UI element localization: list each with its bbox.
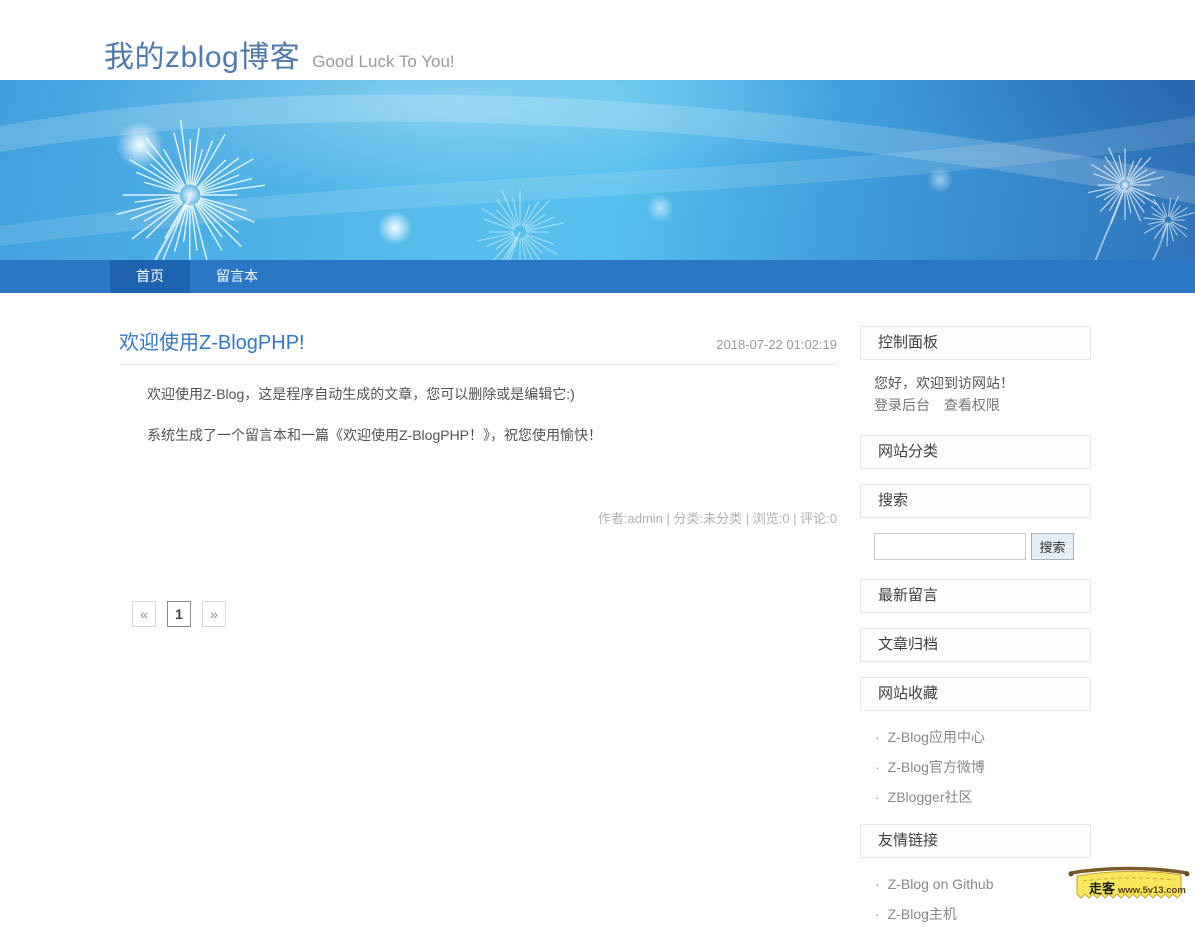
bullet-icon: · — [875, 876, 880, 892]
favorites-link-zblog-app-center[interactable]: · Z-Blog应用中心 — [875, 722, 1091, 752]
banner-blob — [378, 211, 412, 245]
bullet-icon: · — [875, 906, 880, 922]
friend-links-list: · Z-Blog on Github · Z-Blog主机 — [860, 869, 1091, 929]
friend-link-zblog-hosting[interactable]: · Z-Blog主机 — [875, 899, 1091, 929]
post-body: 欢迎使用Z-Blog，这是程序自动生成的文章，您可以删除或是编辑它:) 系统生成… — [119, 383, 837, 447]
pagination: « 1 » — [132, 601, 837, 627]
post: 欢迎使用Z-BlogPHP! 2018-07-22 01:02:19 欢迎使用Z… — [119, 326, 837, 527]
banner-decoration — [0, 80, 1195, 260]
watermark-rod-end — [1185, 872, 1190, 877]
link-label: Z-Blog官方微博 — [888, 759, 985, 775]
link-label: Z-Blog应用中心 — [888, 729, 985, 745]
sidebar-heading-categories: 网站分类 — [860, 435, 1091, 469]
view-permissions-link[interactable]: 查看权限 — [944, 397, 1000, 413]
post-header: 欢迎使用Z-BlogPHP! 2018-07-22 01:02:19 — [119, 326, 837, 365]
sidebar-heading-archives: 文章归档 — [860, 628, 1091, 662]
login-backend-link[interactable]: 登录后台 — [874, 397, 930, 413]
greeting-text: 您好，欢迎到访网站！ — [874, 372, 1091, 394]
watermark-badge: 走客 www.5v13.com — [1067, 864, 1191, 906]
banner-blob — [927, 167, 953, 193]
post-date: 2018-07-22 01:02:19 — [716, 337, 837, 352]
sidebar: 控制面板 您好，欢迎到访网站！ 登录后台 查看权限 网站分类 搜索 搜索 最新留… — [860, 326, 1091, 941]
pagination-page-1[interactable]: 1 — [167, 601, 191, 627]
post-title-link[interactable]: 欢迎使用Z-BlogPHP! — [119, 326, 305, 355]
pagination-prev-button[interactable]: « — [132, 601, 156, 627]
friend-link-zblog-github[interactable]: · Z-Blog on Github — [875, 869, 1091, 899]
main-column: 欢迎使用Z-BlogPHP! 2018-07-22 01:02:19 欢迎使用Z… — [104, 326, 852, 627]
banner-image — [0, 80, 1195, 260]
link-label: Z-Blog on Github — [888, 876, 994, 892]
bullet-icon: · — [875, 789, 880, 805]
watermark-brand-text: 走客 — [1089, 881, 1116, 896]
search-input[interactable] — [874, 533, 1026, 560]
sidebar-heading-latest-comments: 最新留言 — [860, 579, 1091, 613]
sidebar-heading-favorites: 网站收藏 — [860, 677, 1091, 711]
link-label: Z-Blog主机 — [888, 906, 957, 922]
watermark-rod-end — [1069, 872, 1074, 877]
main-navbar: 首页 留言本 — [0, 260, 1195, 293]
favorites-list: · Z-Blog应用中心 · Z-Blog官方微博 · ZBlogger社区 — [860, 722, 1091, 812]
sidebar-heading-search: 搜索 — [860, 484, 1091, 518]
nav-list: 首页 留言本 — [110, 260, 1091, 293]
banner-blob — [646, 194, 674, 222]
post-paragraph: 系统生成了一个留言本和一篇《欢迎使用Z-BlogPHP！》，祝您使用愉快！ — [119, 424, 837, 447]
post-meta: 作者:admin | 分类:未分类 | 浏览:0 | 评论:0 — [119, 508, 837, 527]
pagination-next-button[interactable]: » — [202, 601, 226, 627]
sidebar-heading-friend-links: 友情链接 — [860, 824, 1091, 858]
favorites-link-zblogger-community[interactable]: · ZBlogger社区 — [875, 782, 1091, 812]
post-paragraph: 欢迎使用Z-Blog，这是程序自动生成的文章，您可以删除或是编辑它:) — [119, 383, 837, 406]
search-button[interactable]: 搜索 — [1031, 533, 1074, 560]
dandelion-core — [1119, 179, 1131, 191]
sidebar-heading-control-panel: 控制面板 — [860, 326, 1091, 360]
bullet-icon: · — [875, 759, 880, 775]
sidebar-control-panel-content: 您好，欢迎到访网站！ 登录后台 查看权限 — [860, 372, 1091, 416]
site-header: 我的zblog博客 Good Luck To You! — [0, 0, 1195, 80]
dandelion-core — [178, 183, 202, 207]
bullet-icon: · — [875, 729, 880, 745]
site-subtitle: Good Luck To You! — [312, 52, 454, 72]
watermark-url-text: www.5v13.com — [1117, 885, 1186, 896]
favorites-link-zblog-weibo[interactable]: · Z-Blog官方微博 — [875, 752, 1091, 782]
search-form: 搜索 — [860, 533, 1091, 560]
site-title[interactable]: 我的zblog博客 — [104, 32, 300, 76]
link-label: ZBlogger社区 — [888, 789, 973, 805]
dandelion-starburst — [1144, 196, 1194, 246]
nav-item-guestbook[interactable]: 留言本 — [190, 260, 284, 293]
nav-item-home[interactable]: 首页 — [110, 260, 190, 293]
